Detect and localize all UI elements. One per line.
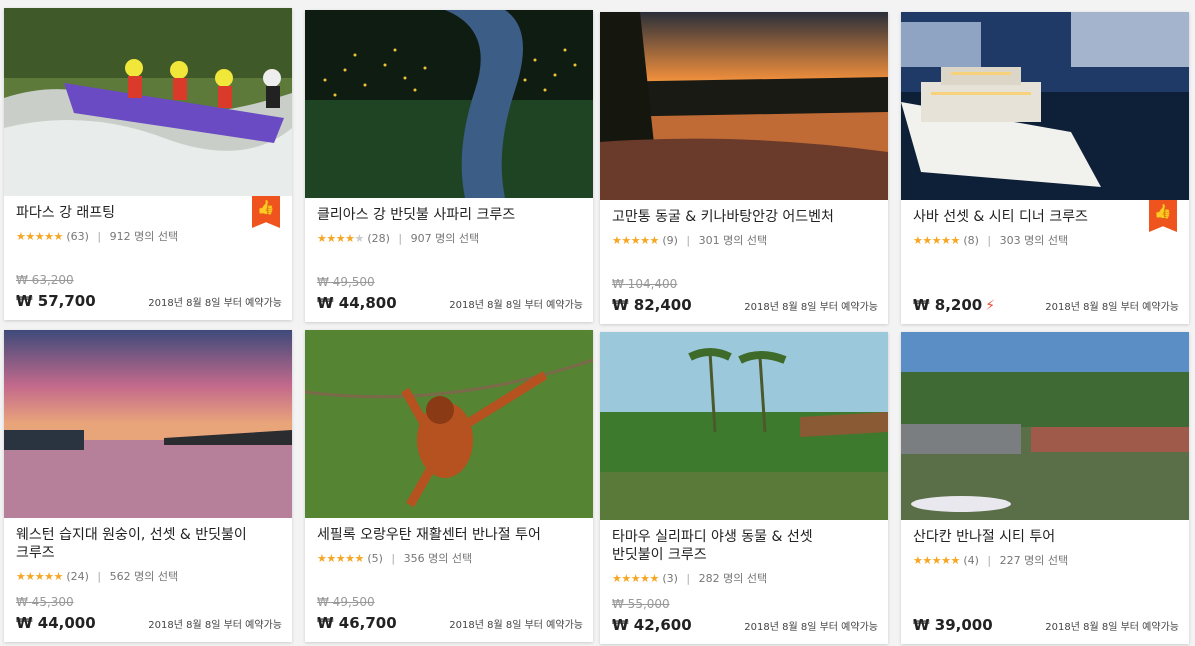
availability-text: 2018년 8월 8일 부터 예약가능 xyxy=(148,619,282,631)
product-image-rafting[interactable] xyxy=(4,8,292,196)
product-image-jungle-river[interactable] xyxy=(600,332,888,520)
star-rating: ★★★★★ xyxy=(612,234,659,247)
star-rating: ★★★★★ xyxy=(317,552,364,565)
product-image-firefly[interactable] xyxy=(305,10,593,198)
review-count: (3) xyxy=(662,572,678,585)
product-meta: ★★★★★ (3) | 282 명의 선택 xyxy=(612,572,768,585)
chosen-count: 227 명의 선택 xyxy=(999,554,1069,567)
sale-price: ₩ 44,000 xyxy=(16,614,96,632)
product-card[interactable]: 산다칸 반나절 시티 투어 ★★★★★ (4) | 227 명의 선택 ₩ 39… xyxy=(901,332,1189,644)
product-image-water-village[interactable] xyxy=(901,332,1189,520)
instant-confirm-icon: ⚡ xyxy=(985,298,996,314)
star-rating: ★★★★★ xyxy=(913,554,960,567)
product-image-wetland-sunset[interactable] xyxy=(4,330,292,518)
review-count: (8) xyxy=(963,234,979,247)
original-price: ₩ 45,300 xyxy=(16,595,74,609)
chosen-count: 907 명의 선택 xyxy=(410,232,480,245)
sale-price: ₩ 42,600 xyxy=(612,616,692,634)
product-title: 파다스 강 래프팅 xyxy=(16,205,116,221)
product-title: 웨스턴 습지대 원숭이, 선셋 & 반딧불이 크루즈 xyxy=(16,527,247,561)
chosen-count: 912 명의 선택 xyxy=(109,230,179,243)
chosen-count: 301 명의 선택 xyxy=(698,234,768,247)
original-price: ₩ 49,500 xyxy=(317,275,375,289)
product-grid: 👍 파다스 강 래프팅 ★★★★★ (63) | 912 명의 선택 ₩ 63,… xyxy=(0,0,1195,646)
original-price: ₩ 55,000 xyxy=(612,597,670,611)
product-title: 사바 선셋 & 시티 디너 크루즈 xyxy=(913,209,1088,225)
original-price xyxy=(913,277,1179,293)
product-meta: ★★★★★ (9) | 301 명의 선택 xyxy=(612,234,768,247)
availability-text: 2018년 8월 8일 부터 예약가능 xyxy=(449,299,583,311)
thumbs-up-icon: 👍 xyxy=(252,196,280,228)
original-price: ₩ 104,400 xyxy=(612,277,678,291)
product-title: 산다칸 반나절 시티 투어 xyxy=(913,529,1056,545)
star-rating: ★★★★★ xyxy=(16,230,63,243)
product-image-orangutan[interactable] xyxy=(305,330,593,518)
original-price: ₩ 63,200 xyxy=(16,273,74,287)
review-count: (28) xyxy=(367,232,390,245)
review-count: (5) xyxy=(367,552,383,565)
product-title: 클리아스 강 반딧불 사파리 크루즈 xyxy=(317,207,516,223)
product-meta: ★★★★★ (5) | 356 명의 선택 xyxy=(317,552,473,565)
star-rating: ★★★★★ xyxy=(612,572,659,585)
review-count: (4) xyxy=(963,554,979,567)
availability-text: 2018년 8월 8일 부터 예약가능 xyxy=(744,621,878,633)
product-card[interactable]: 클리아스 강 반딧불 사파리 크루즈 ★★★★★ (28) | 907 명의 선… xyxy=(305,10,593,322)
product-meta: ★★★★★ (4) | 227 명의 선택 xyxy=(913,554,1069,567)
product-meta: ★★★★★ (24) | 562 명의 선택 xyxy=(16,570,179,583)
star-rating: ★★★★★ xyxy=(913,234,960,247)
sale-price: ₩ 57,700 xyxy=(16,292,96,310)
review-count: (63) xyxy=(66,230,89,243)
availability-text: 2018년 8월 8일 부터 예약가능 xyxy=(1045,621,1179,633)
product-title: 타마우 실리파디 야생 동물 & 선셋 반딧불이 크루즈 xyxy=(612,529,813,563)
sale-price: ₩ 44,800 xyxy=(317,294,397,312)
original-price: ₩ 49,500 xyxy=(317,595,375,609)
sale-price: ₩ 8,200 ⚡ xyxy=(913,296,996,314)
product-card[interactable]: 웨스턴 습지대 원숭이, 선셋 & 반딧불이 크루즈 ★★★★★ (24) | … xyxy=(4,330,292,642)
original-price xyxy=(913,597,1179,613)
star-rating: ★★★★★ xyxy=(317,232,364,245)
product-card[interactable]: 👍 사바 선셋 & 시티 디너 크루즈 ★★★★★ (8) | 303 명의 선… xyxy=(901,12,1189,324)
sale-price: ₩ 39,000 xyxy=(913,616,993,634)
review-count: (24) xyxy=(66,570,89,583)
product-image-dinner-cruise[interactable] xyxy=(901,12,1189,200)
availability-text: 2018년 8월 8일 부터 예약가능 xyxy=(449,619,583,631)
chosen-count: 282 명의 선택 xyxy=(698,572,768,585)
review-count: (9) xyxy=(662,234,678,247)
availability-text: 2018년 8월 8일 부터 예약가능 xyxy=(148,297,282,309)
product-title: 고만통 동굴 & 키나바탕안강 어드벤처 xyxy=(612,209,834,225)
product-meta: ★★★★★ (28) | 907 명의 선택 xyxy=(317,232,480,245)
star-rating: ★★★★★ xyxy=(16,570,63,583)
product-card[interactable]: 고만통 동굴 & 키나바탕안강 어드벤처 ★★★★★ (9) | 301 명의 … xyxy=(600,12,888,324)
product-card[interactable]: 타마우 실리파디 야생 동물 & 선셋 반딧불이 크루즈 ★★★★★ (3) |… xyxy=(600,332,888,644)
availability-text: 2018년 8월 8일 부터 예약가능 xyxy=(1045,301,1179,313)
chosen-count: 303 명의 선택 xyxy=(999,234,1069,247)
chosen-count: 356 명의 선택 xyxy=(403,552,473,565)
chosen-count: 562 명의 선택 xyxy=(109,570,179,583)
product-meta: ★★★★★ (63) | 912 명의 선택 xyxy=(16,230,179,243)
product-card[interactable]: 세필록 오랑우탄 재활센터 반나절 투어 ★★★★★ (5) | 356 명의 … xyxy=(305,330,593,642)
product-title: 세필록 오랑우탄 재활센터 반나절 투어 xyxy=(317,527,541,543)
availability-text: 2018년 8월 8일 부터 예약가능 xyxy=(744,301,878,313)
product-card[interactable]: 👍 파다스 강 래프팅 ★★★★★ (63) | 912 명의 선택 ₩ 63,… xyxy=(4,8,292,320)
thumbs-up-icon: 👍 xyxy=(1149,200,1177,232)
sale-price: ₩ 46,700 xyxy=(317,614,397,632)
product-meta: ★★★★★ (8) | 303 명의 선택 xyxy=(913,234,1069,247)
sale-price: ₩ 82,400 xyxy=(612,296,692,314)
product-image-river-sunset[interactable] xyxy=(600,12,888,200)
